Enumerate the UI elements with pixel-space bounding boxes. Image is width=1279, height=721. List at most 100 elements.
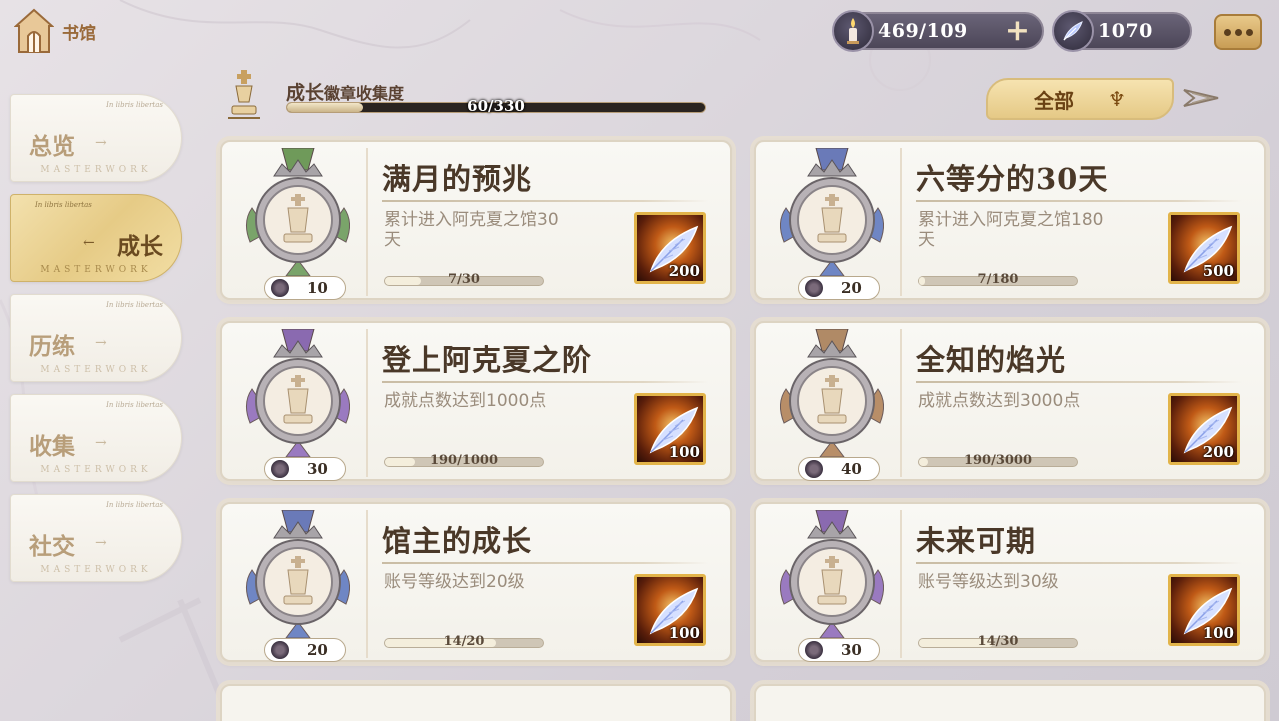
achievement-description: 成就点数达到1000点: [384, 391, 547, 411]
achievement-description: 累计进入阿克夏之馆30天: [384, 210, 559, 250]
title-divider: [916, 562, 1242, 564]
level-gem-icon: [271, 641, 289, 659]
achievement-card[interactable]: 20 馆主的成长 账号等级达到20级 14/20 100: [220, 502, 732, 662]
achievement-card[interactable]: 30 登上阿克夏之阶 成就点数达到1000点 190/1000 100: [220, 321, 732, 481]
medal-icon: [780, 510, 884, 639]
level-gem-icon: [805, 279, 823, 297]
level-gem-icon: [271, 460, 289, 478]
medal-level: 40: [841, 460, 862, 478]
chess-king-icon: [228, 70, 260, 119]
reward-item[interactable]: 200: [634, 212, 706, 284]
achievement-progress-text: 7/180: [977, 272, 1019, 287]
achievement-description: 账号等级达到30级: [918, 572, 1059, 592]
reward-item[interactable]: 500: [1168, 212, 1240, 284]
filter-icon: ♆: [1108, 87, 1126, 111]
achievement-title: 登上阿克夏之阶: [382, 343, 593, 377]
sidebar-item-overview[interactable]: In libris libertas 总览 → MASTERWORK: [10, 94, 182, 182]
medal-level-badge: 40: [798, 457, 880, 481]
sidebar-latin-motto: In libris libertas: [106, 401, 163, 409]
achievement-title: 六等分的30天: [916, 162, 1109, 196]
sidebar-latin-motto: In libris libertas: [106, 501, 163, 509]
achievement-progress-text: 14/30: [977, 634, 1019, 649]
medal-area: 20: [228, 510, 368, 662]
sidebar-item-collection[interactable]: In libris libertas 收集 → MASTERWORK: [10, 394, 182, 482]
achievement-card-partial[interactable]: [220, 684, 732, 721]
arrow-icon: →: [95, 135, 107, 151]
achievement-card[interactable]: 20 六等分的30天 累计进入阿克夏之馆180天 7/180 500: [754, 140, 1266, 300]
medal-level-badge: 30: [798, 638, 880, 662]
achievement-progress-text: 7/30: [448, 272, 480, 287]
candle-currency: 469/109 +: [832, 10, 1044, 52]
sidebar-masterwork-tag: MASTERWORK: [40, 265, 152, 275]
achievement-title: 馆主的成长: [382, 524, 533, 558]
level-gem-icon: [271, 279, 289, 297]
sidebar-item-label: 总览: [29, 133, 75, 160]
sidebar-item-growth[interactable]: In libris libertas ← 成长 MASTERWORK: [10, 194, 182, 282]
title-divider: [382, 562, 708, 564]
achievement-progress-text: 190/3000: [963, 453, 1033, 468]
reward-item[interactable]: 100: [634, 574, 706, 646]
sidebar-item-social[interactable]: In libris libertas 社交 → MASTERWORK: [10, 494, 182, 582]
reward-amount: 200: [668, 262, 700, 280]
chat-dot: [1245, 28, 1253, 36]
achievement-card[interactable]: 40 全知的焰光 成就点数达到3000点 190/3000 200: [754, 321, 1266, 481]
arrow-icon: →: [95, 535, 107, 551]
title-divider: [916, 200, 1242, 202]
chat-dot: [1234, 28, 1242, 36]
achievement-title: 未来可期: [916, 524, 1037, 558]
library-home-icon: [14, 8, 54, 53]
sidebar-item-label: 社交: [29, 533, 75, 560]
achievement-title: 满月的预兆: [382, 162, 533, 196]
chat-button[interactable]: [1214, 14, 1262, 50]
achievement-description: 累计进入阿克夏之馆180天: [918, 210, 1104, 250]
sidebar-item-training[interactable]: In libris libertas 历练 → MASTERWORK: [10, 294, 182, 382]
achievement-title: 全知的焰光: [916, 343, 1067, 377]
home-label: 书馆: [62, 23, 96, 44]
filter-dropdown[interactable]: 全部 ♆: [986, 78, 1174, 120]
arrow-icon: ←: [83, 235, 95, 251]
add-candle-button[interactable]: +: [1005, 16, 1030, 46]
achievement-progress-text: 190/1000: [429, 453, 499, 468]
candle-value: 469/109: [878, 20, 968, 42]
sidebar-item-label: 历练: [29, 333, 75, 360]
medal-area: 30: [228, 329, 368, 481]
medal-level-badge: 20: [798, 276, 880, 300]
medal-icon: [246, 148, 350, 277]
medal-area: 40: [762, 329, 902, 481]
reward-item[interactable]: 200: [1168, 393, 1240, 465]
achievement-card[interactable]: 10 满月的预兆 累计进入阿克夏之馆30天 7/30 200: [220, 140, 732, 300]
candle-icon: [832, 10, 874, 52]
reward-amount: 500: [1202, 262, 1234, 280]
title-divider: [382, 381, 708, 383]
home-button[interactable]: 书馆: [14, 8, 96, 54]
medal-area: 10: [228, 148, 368, 300]
medal-icon: [780, 148, 884, 277]
sidebar-masterwork-tag: MASTERWORK: [40, 565, 152, 575]
medal-level-badge: 10: [264, 276, 346, 300]
reward-item[interactable]: 100: [634, 393, 706, 465]
medal-level: 30: [307, 460, 328, 478]
sidebar-masterwork-tag: MASTERWORK: [40, 165, 152, 175]
achievement-card-partial[interactable]: [754, 684, 1266, 721]
medal-level: 20: [841, 279, 862, 297]
chat-dot: [1223, 28, 1231, 36]
medal-level-badge: 30: [264, 457, 346, 481]
arrow-icon: →: [95, 435, 107, 451]
reward-item[interactable]: 100: [1168, 574, 1240, 646]
reward-amount: 100: [668, 624, 700, 642]
medal-level: 10: [307, 279, 328, 297]
sidebar-latin-motto: In libris libertas: [106, 101, 163, 109]
achievement-card[interactable]: 30 未来可期 账号等级达到30级 14/30 100: [754, 502, 1266, 662]
achievement-progress-text: 14/20: [443, 634, 485, 649]
level-gem-icon: [805, 460, 823, 478]
quill-icon: [1052, 10, 1094, 52]
quill-currency: 1070: [1052, 10, 1192, 52]
title-divider: [916, 381, 1242, 383]
sidebar-latin-motto: In libris libertas: [35, 201, 92, 209]
sidebar-latin-motto: In libris libertas: [106, 301, 163, 309]
next-arrow-icon[interactable]: [1180, 84, 1224, 112]
arrow-icon: →: [95, 335, 107, 351]
achievement-description: 成就点数达到3000点: [918, 391, 1081, 411]
title-divider: [382, 200, 708, 202]
medal-icon: [780, 329, 884, 458]
